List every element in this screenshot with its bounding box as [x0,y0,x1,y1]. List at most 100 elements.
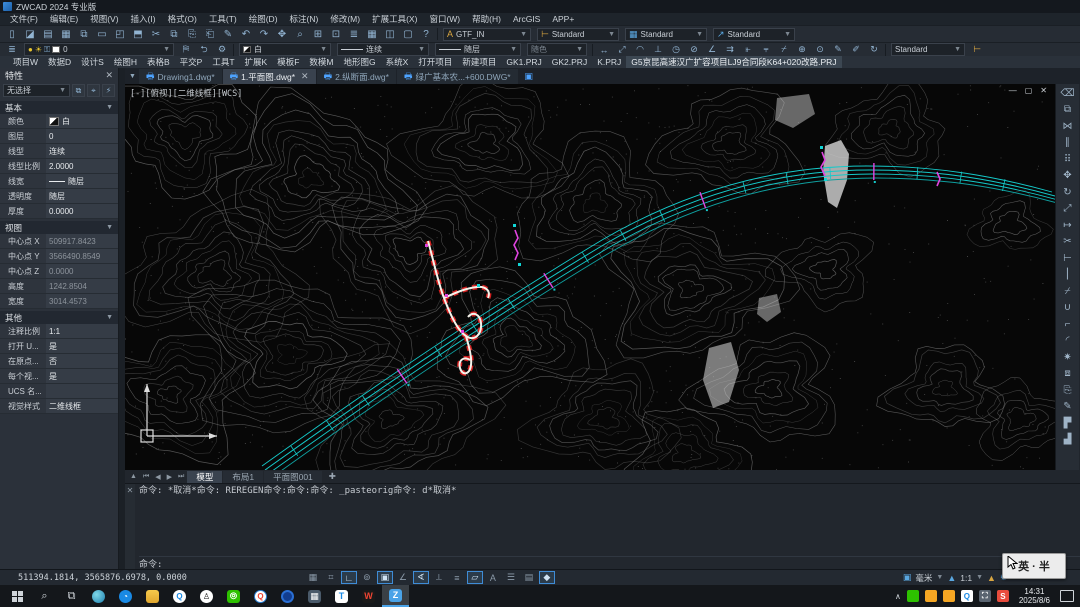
open-icon[interactable]: ◪ [21,27,39,42]
linetype-combo[interactable]: 连续 ▼ [337,43,429,56]
dim-style-combo-2[interactable]: Standard ▼ [891,43,965,56]
offset-icon[interactable]: ∥ [1059,135,1077,152]
annotation-auto-icon[interactable]: ▲ [987,573,996,583]
property-row[interactable]: 中心点 X509917.8423 [0,234,118,249]
zwcad-taskbar-button[interactable]: Z [382,585,409,607]
erase-icon[interactable]: ⌫ [1059,85,1077,102]
notification-center-icon[interactable] [1060,590,1074,602]
draw-order-back-icon[interactable]: ▟ [1059,432,1077,449]
annotation-scale-toggle[interactable]: A [485,571,501,584]
property-row[interactable]: 线型比例2.0000 [0,159,118,174]
close-icon[interactable]: ✕ [105,70,113,81]
property-value[interactable]: 1242.8504 [46,279,118,293]
layout-tab-plan001[interactable]: 平面图001 [264,471,322,483]
property-row[interactable]: 图层0 [0,129,118,144]
minimize-icon[interactable]: — [1009,86,1017,95]
project-menu-item[interactable]: 数据D [43,56,76,68]
polar-toggle[interactable]: ⊚ [359,571,375,584]
ordinate-dimension-icon[interactable]: ⊥ [649,44,667,56]
property-row[interactable]: 注释比例1:1 [0,324,118,339]
restore-icon[interactable]: ▢ [1025,86,1033,95]
menu-item[interactable]: 工具(T) [203,13,243,25]
scale-icon[interactable]: ⤢ [1059,201,1077,218]
start-button[interactable] [4,585,31,607]
break-at-point-icon[interactable]: ⎮ [1059,267,1077,284]
layer-previous-icon[interactable]: ⮌ [195,44,213,56]
angular-dimension-icon[interactable]: ∠ [703,44,721,56]
next-tab-icon[interactable]: ▶ [164,473,175,481]
quark-button[interactable]: Q [166,585,193,607]
dynamic-ucs-toggle[interactable]: ⟂ [431,571,447,584]
trim-icon[interactable]: ✂ [1059,234,1077,251]
drawing-viewport[interactable]: [-][俯视][二维线框][WCS] — ▢ ✕ [125,84,1055,470]
property-row[interactable]: 高度1242.8504 [0,279,118,294]
copy-icon[interactable]: ⧉ [1059,102,1077,119]
menu-item[interactable]: 视图(V) [84,13,124,25]
project-menu-item[interactable]: K.PRJ [592,57,626,67]
copy-nested-icon[interactable]: ⧈ [1059,366,1077,383]
gray-tray-icon[interactable]: ⛶ [979,590,991,602]
property-value[interactable]: 连续 [46,144,118,158]
property-value[interactable]: 1:1 [46,324,118,338]
wechat-button[interactable]: ⦾ [220,585,247,607]
layer-make-current-icon[interactable]: ⛿ [177,44,195,56]
sogou-button[interactable]: Q [247,585,274,607]
menu-item[interactable]: 插入(I) [125,13,162,25]
menu-item[interactable]: 标注(N) [284,13,325,25]
tencent-docs-button[interactable]: T [328,585,355,607]
draw-order-front-icon[interactable]: ▛ [1059,415,1077,432]
dimension-edit-icon[interactable]: ✎ [829,44,847,56]
quick-dimension-icon[interactable]: ⇉ [721,44,739,56]
property-value[interactable]: 509917.8423 [46,234,118,248]
dimension-update-icon[interactable]: ↻ [865,44,883,56]
menu-item[interactable]: 文件(F) [4,13,44,25]
tab-list-dropdown-icon[interactable]: ▼ [126,69,139,84]
property-row[interactable]: 每个视...是 [0,369,118,384]
property-row[interactable]: UCS 名... [0,384,118,399]
property-value[interactable]: 随层 [46,174,118,188]
layer-properties-icon[interactable]: ≣ [3,44,21,56]
property-row[interactable]: 视觉样式二维线框 [0,399,118,414]
copy-clip-icon[interactable]: ⧉ [165,27,183,42]
ortho-toggle[interactable]: ∟ [341,571,357,584]
last-tab-icon[interactable]: ⏭ [175,473,187,481]
drawing-canvas[interactable] [125,84,1055,470]
expand-command-icon[interactable]: ▲ [127,473,140,480]
lineweight-display-toggle[interactable]: ≡ [449,571,465,584]
property-row[interactable]: 在原点...否 [0,354,118,369]
radius-dimension-icon[interactable]: ◷ [667,44,685,56]
menu-item[interactable]: 扩展工具(X) [366,13,423,25]
osnap-tracking-toggle[interactable]: ∢ [413,571,429,584]
task-view-button[interactable]: ⧉ [58,585,85,607]
new-tab-button[interactable]: ▣ [519,69,539,84]
pan-icon[interactable]: ✥ [273,27,291,42]
project-menu-item[interactable]: G5京昆高速汉广扩容项目LJ9合同段K64+020改路.PRJ [626,56,841,68]
diameter-dimension-icon[interactable]: ⊘ [685,44,703,56]
property-value[interactable]: 3566490.8549 [46,249,118,263]
doc-tab-profile[interactable]: 🖶 2.纵断面.dwg* [317,69,396,84]
layer-states-icon[interactable]: ⚙ [213,44,231,56]
selection-cycling-toggle[interactable]: ☰ [503,571,519,584]
menu-item[interactable]: 窗口(W) [423,13,466,25]
project-menu-item[interactable]: 数模M [304,56,338,68]
menu-item[interactable]: 格式(O) [162,13,203,25]
transparency-toggle[interactable]: ▱ [467,571,483,584]
toggle-pickadd-icon[interactable]: ⧉ [72,84,85,97]
publish-icon[interactable]: ⬒ [129,27,147,42]
qq-button[interactable]: ♙ [193,585,220,607]
join-icon[interactable]: ∪ [1059,300,1077,317]
property-row[interactable]: 线型连续 [0,144,118,159]
arc-length-dimension-icon[interactable]: ◠ [631,44,649,56]
paste-block-icon[interactable]: ⎗ [201,27,219,42]
property-value[interactable]: 0.0000 [46,204,118,218]
save-all-icon[interactable]: ▦ [57,27,75,42]
project-menu-item[interactable]: 系统X [381,56,414,68]
mirror-icon[interactable]: ⋈ [1059,118,1077,135]
search-button[interactable]: ⌕ [31,585,58,607]
menu-item[interactable]: 帮助(H) [466,13,507,25]
project-menu-item[interactable]: 设计S [76,56,109,68]
layer-combo[interactable]: ● ☀ ⚿ 0 ▼ [24,43,174,56]
undo-icon[interactable]: ↶ [237,27,255,42]
project-menu-item[interactable]: 表格B [142,56,175,68]
menu-item[interactable]: ArcGIS [507,14,546,24]
